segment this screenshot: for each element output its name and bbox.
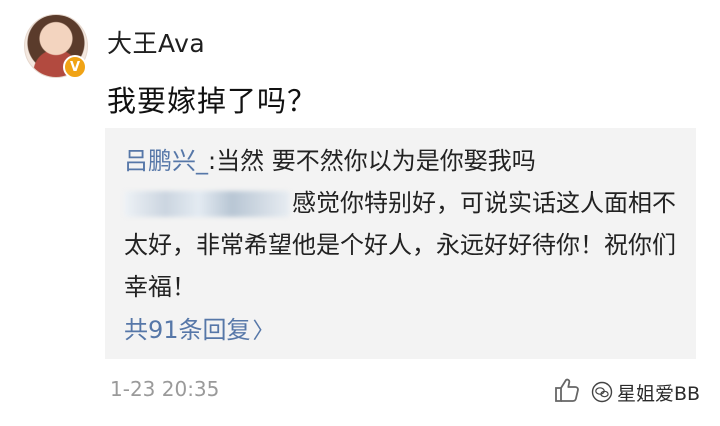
reply-1: 吕鹏兴_:当然 要不然你以为是你娶我吗 xyxy=(124,141,536,176)
more-replies-label: 共91条回复 xyxy=(124,316,251,344)
chevron-right-icon: 〉 xyxy=(252,319,275,344)
username[interactable]: 大王Ava xyxy=(107,24,205,60)
reply-2: 感觉你特别好，可说实话这人面相不太好，非常希望他是个好人，永远好好待你！祝你们幸… xyxy=(124,182,684,308)
thumbs-up-icon[interactable] xyxy=(553,376,581,404)
more-replies-link[interactable]: 共91条回复〉 xyxy=(124,310,275,345)
post-text: 我要嫁掉了吗？ xyxy=(107,84,318,118)
verified-badge-icon: V xyxy=(63,55,87,79)
blurred-author xyxy=(124,191,290,217)
reply-1-author[interactable]: 吕鹏兴_ xyxy=(124,147,208,175)
watermark: 星姐爱BB xyxy=(591,378,700,406)
replies-preview[interactable]: 吕鹏兴_:当然 要不然你以为是你娶我吗 感觉你特别好，可说实话这人面相不太好，非… xyxy=(105,128,696,359)
reply-1-text: 当然 要不然你以为是你娶我吗 xyxy=(216,147,536,175)
post-timestamp: 1-23 20:35 xyxy=(110,377,220,401)
reply-1-separator: : xyxy=(208,147,217,175)
wechat-watermark-icon xyxy=(591,381,613,403)
watermark-text: 星姐爱BB xyxy=(617,382,701,405)
